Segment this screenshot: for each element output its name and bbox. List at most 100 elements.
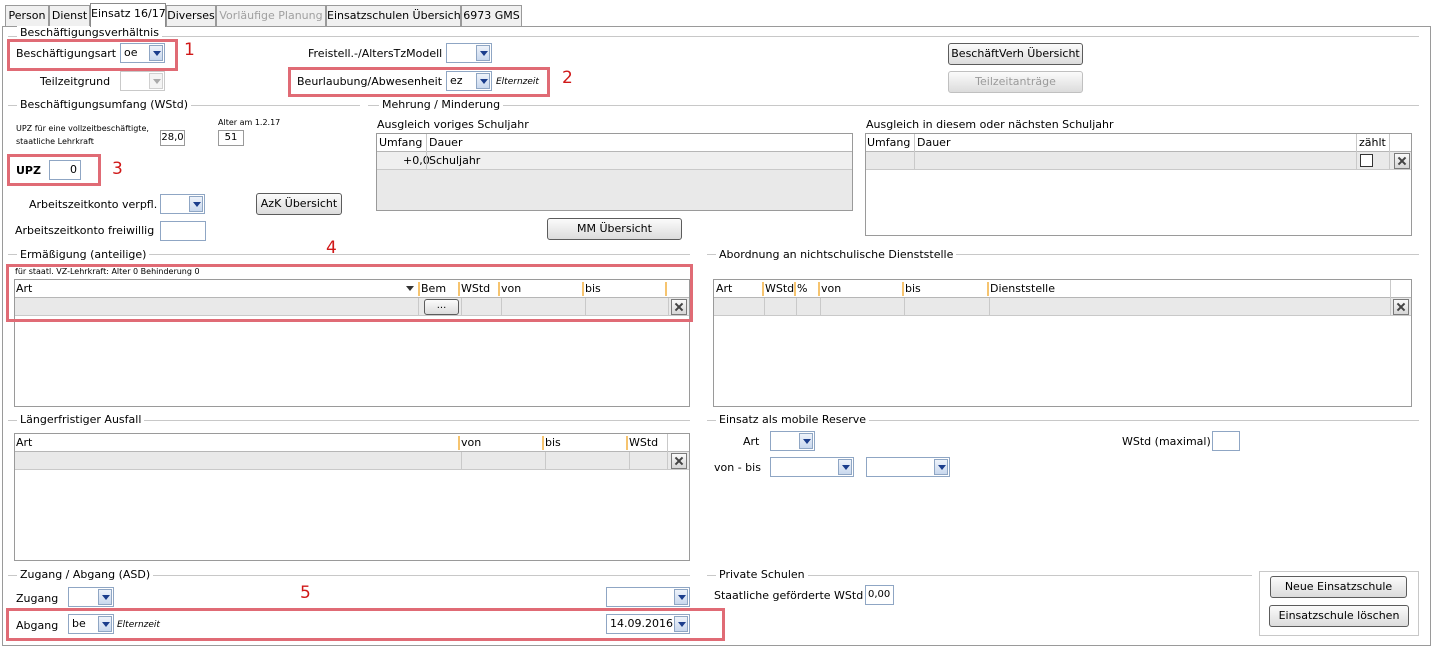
column-header: WStd [629,436,659,449]
upz-description-line2: staatliche Lehrkraft [16,137,94,146]
table-row[interactable] [866,152,1411,170]
column-separator [902,282,904,296]
alter-value: 51 [218,130,244,146]
reserve-art-select[interactable] [770,431,815,451]
column-separator [820,298,821,316]
zugang-select[interactable] [68,587,114,607]
tab-einsatzschulen-uebersicht[interactable]: Einsatzschulen Übersicht [326,5,465,26]
freistell-label: Freistell.-/AltersTzModell [308,47,443,60]
azk-freiwillig-input[interactable] [160,221,206,241]
highlight-box-1 [7,39,178,71]
column-header: Umfang [379,136,423,149]
annotation-3: 3 [112,159,123,179]
delete-row-icon[interactable] [1394,153,1410,169]
teilzeitantraege-button[interactable]: Teilzeitanträge [948,71,1083,93]
column-separator [629,452,630,470]
azk-verpfl-select[interactable] [160,194,205,214]
beschaeftverh-uebersicht-button[interactable]: BeschäftVerh Übersicht [948,43,1083,65]
teilzeitgrund-label: Teilzeitgrund [40,75,111,88]
column-header: bis [545,436,561,449]
tab-dienst[interactable]: Dienst [49,5,90,26]
column-header: Umfang [867,136,911,149]
table-row[interactable]: +0,0 Schuljahr [377,152,852,170]
zugang-date-select[interactable] [606,587,690,607]
privat-label: Staatliche geförderte WStd [714,589,864,602]
chevron-down-icon[interactable] [799,433,813,449]
column-header: WStd [765,282,795,295]
tab-person[interactable]: Person [5,5,49,26]
section-title-zugang: Zugang / Abgang (ASD) [17,568,154,581]
tab-diverses[interactable]: Diverses [166,5,216,26]
section-title-ausfall: Längerfristiger Ausfall [17,413,145,426]
section-title-mehrung: Mehrung / Minderung [379,98,504,111]
azk-verpfl-label: Arbeitszeitkonto verpfl. [29,198,158,211]
column-separator [426,152,427,170]
tab-bar: Person Dienst Einsatz 16/17 Diverses Vor… [0,0,1433,27]
privat-value[interactable]: 0,00 [865,585,894,605]
column-separator [542,436,544,450]
neue-einsatzschule-button[interactable]: Neue Einsatzschule [1270,576,1407,598]
column-separator [461,452,462,470]
column-separator [796,298,797,316]
chevron-down-icon[interactable] [189,196,203,212]
column-header: Art [16,436,33,449]
column-separator [989,298,990,316]
column-separator [794,282,796,296]
table-cell-dauer: Schuljahr [429,154,481,167]
section-title-privat: Private Schulen [716,568,808,581]
einsatzschule-loeschen-button[interactable]: Einsatzschule löschen [1269,605,1409,627]
freistell-select[interactable] [446,43,492,63]
table-row[interactable] [15,452,689,470]
zaehlt-checkbox[interactable] [1360,154,1373,167]
teilzeitgrund-select[interactable] [120,71,165,91]
window: Person Dienst Einsatz 16/17 Diverses Vor… [0,0,1433,648]
column-header: von [821,282,842,295]
chevron-down-icon[interactable] [149,73,163,89]
mm-uebersicht-button[interactable]: MM Übersicht [547,218,682,240]
chevron-down-icon[interactable] [934,459,948,475]
tab-vorlaeufige-planung: Vorläufige Planung [216,5,326,26]
section-title-abordnung: Abordnung an nichtschulische Dienststell… [716,248,957,261]
chevron-down-icon[interactable] [476,45,490,61]
column-separator [458,436,460,450]
column-separator [1390,280,1391,298]
ausgleich-voriges-label: Ausgleich voriges Schuljahr [377,118,529,131]
table-header: Art WStd % von bis Dienststelle [714,280,1411,298]
ausgleich-diesem-label: Ausgleich in diesem oder nächsten Schulj… [866,118,1114,131]
highlight-box-3 [7,154,101,186]
calendar-dropdown-icon[interactable] [674,589,688,605]
group-divider [8,36,1419,37]
column-separator [762,282,764,296]
table-header: Art von bis WStd [15,434,689,452]
annotation-5: 5 [300,583,311,603]
column-separator [818,282,820,296]
column-separator [667,452,668,470]
reserve-wstd-input[interactable] [1212,431,1240,451]
chevron-down-icon[interactable] [98,589,112,605]
chevron-down-icon[interactable] [838,459,852,475]
reserve-bis-select[interactable] [866,457,950,477]
annotation-2: 2 [562,68,573,88]
table-row[interactable] [714,298,1411,316]
column-separator [914,134,915,152]
column-header: von [461,436,482,449]
table-header: Umfang Dauer zählt [866,134,1411,152]
azk-uebersicht-button[interactable]: AzK Übersicht [256,193,342,215]
column-separator [1389,134,1390,152]
annotation-4: 4 [326,238,337,258]
delete-row-icon[interactable] [671,453,687,469]
column-header: Dauer [917,136,951,149]
section-title-beschaeftigungsumfang: Beschäftigungsumfang (WStd) [17,98,191,111]
tab-einsatz[interactable]: Einsatz 16/17 [90,3,166,27]
column-separator [426,134,427,152]
column-header: Art [716,282,733,295]
ausgleich-voriges-table: Umfang Dauer +0,0 Schuljahr [376,133,853,211]
annotation-1: 1 [184,40,195,60]
column-header: % [797,282,808,295]
column-separator [987,282,989,296]
delete-row-icon[interactable] [1393,299,1409,315]
highlight-box-5 [6,608,725,641]
reserve-art-label: Art [743,435,760,448]
reserve-von-select[interactable] [770,457,854,477]
tab-6973-gms[interactable]: 6973 GMS [461,5,522,26]
